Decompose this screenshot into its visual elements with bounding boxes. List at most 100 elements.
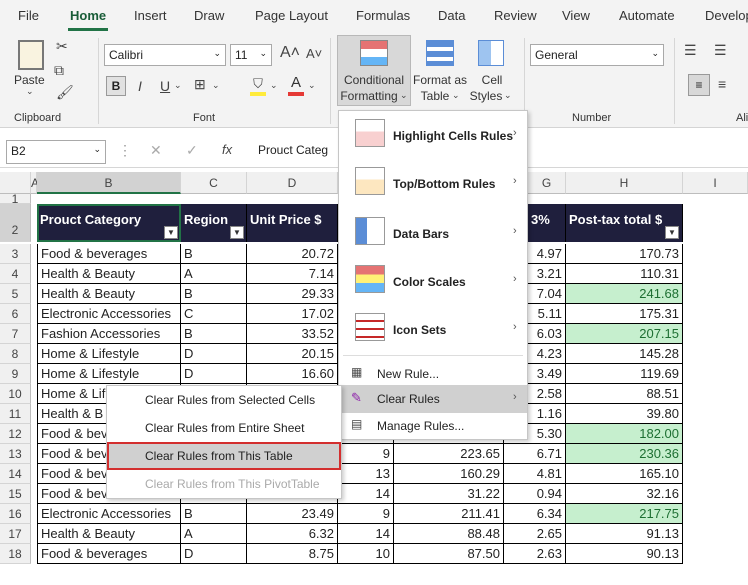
- row-header[interactable]: 18: [0, 544, 31, 564]
- cell-region[interactable]: D: [181, 544, 247, 564]
- increase-font-icon[interactable]: A˄: [280, 44, 300, 62]
- cell-post-tax-total[interactable]: 91.13: [566, 524, 683, 544]
- cell-category[interactable]: Health & Beauty: [37, 264, 181, 284]
- row-header[interactable]: 4: [0, 264, 31, 284]
- cell-post-tax-total[interactable]: 175.31: [566, 304, 683, 324]
- cell-tax[interactable]: 6.34: [504, 504, 566, 524]
- cell-post-tax-total[interactable]: 230.36: [566, 444, 683, 464]
- column-header-g[interactable]: G: [528, 172, 566, 194]
- cell-category[interactable]: Health & Beauty: [37, 524, 181, 544]
- cell-category[interactable]: Electronic Accessories: [37, 504, 181, 524]
- row-header[interactable]: 13: [0, 444, 31, 464]
- row-header[interactable]: 9: [0, 364, 31, 384]
- tab-file[interactable]: File: [18, 8, 39, 23]
- row-header[interactable]: 8: [0, 344, 31, 364]
- tab-data[interactable]: Data: [438, 8, 465, 23]
- filter-dropdown-icon[interactable]: ▼: [230, 226, 244, 239]
- menu-item-highlight-cells-rules[interactable]: Highlight Cells Rules ›: [339, 119, 527, 153]
- fill-color-icon[interactable]: ⛉: [250, 76, 266, 96]
- row-header[interactable]: 3: [0, 244, 31, 264]
- cell-category[interactable]: Home & Lifestyle: [37, 344, 181, 364]
- align-top-icon[interactable]: ☰: [684, 42, 697, 59]
- cell-post-tax-total[interactable]: 207.15: [566, 324, 683, 344]
- cell-post-tax-total[interactable]: 39.80: [566, 404, 683, 424]
- clear-rules-this-table[interactable]: Clear Rules from This Table: [107, 442, 341, 470]
- format-as-table-label-1[interactable]: Format as: [412, 72, 468, 88]
- cell-styles-label-2[interactable]: Styles: [468, 88, 504, 104]
- align-middle-icon[interactable]: ☰: [714, 42, 727, 59]
- number-format-field[interactable]: General ⌄: [530, 44, 664, 66]
- cell-tax[interactable]: 2.63: [504, 544, 566, 564]
- cell-subtotal[interactable]: 160.29: [394, 464, 504, 484]
- cell-styles-icon[interactable]: [478, 40, 504, 66]
- paste-chevron-icon[interactable]: ⌄: [26, 86, 34, 97]
- cell-tax[interactable]: 0.94: [504, 484, 566, 504]
- decrease-font-icon[interactable]: A˅: [306, 46, 322, 61]
- chevron-down-icon[interactable]: ⌄: [270, 80, 278, 91]
- font-size-field[interactable]: 11 ⌄: [230, 44, 272, 66]
- header-unit-price[interactable]: Unit Price $: [247, 204, 338, 242]
- row-header[interactable]: 14: [0, 464, 31, 484]
- row-header[interactable]: 7: [0, 324, 31, 344]
- cell-category[interactable]: Food & beverages: [37, 244, 181, 264]
- filter-dropdown-icon[interactable]: ▼: [164, 226, 178, 239]
- font-color-icon[interactable]: A: [288, 74, 304, 96]
- cell-unit-price[interactable]: 17.02: [247, 304, 338, 324]
- paste-icon[interactable]: [18, 40, 44, 70]
- clear-rules-selected-cells[interactable]: Clear Rules from Selected Cells: [107, 386, 341, 414]
- cell-post-tax-total[interactable]: 90.13: [566, 544, 683, 564]
- chevron-down-icon[interactable]: ⌄: [308, 80, 316, 91]
- column-header-d[interactable]: D: [247, 172, 338, 194]
- font-name-field[interactable]: Calibri ⌄: [104, 44, 226, 66]
- cell-region[interactable]: A: [181, 264, 247, 284]
- cell-post-tax-total[interactable]: 145.28: [566, 344, 683, 364]
- cell-unit-price[interactable]: 16.60: [247, 364, 338, 384]
- cell-post-tax-total[interactable]: 182.00: [566, 424, 683, 444]
- tab-draw[interactable]: Draw: [194, 8, 224, 23]
- cell-region[interactable]: D: [181, 364, 247, 384]
- menu-item-manage-rules[interactable]: ▤ Manage Rules...: [339, 413, 527, 439]
- cell-tax[interactable]: 6.71: [504, 444, 566, 464]
- cell-subtotal[interactable]: 87.50: [394, 544, 504, 564]
- menu-item-clear-rules[interactable]: ✎ Clear Rules ›: [339, 385, 527, 413]
- row-header[interactable]: 10: [0, 384, 31, 404]
- cell-category[interactable]: Food & beverages: [37, 544, 181, 564]
- format-as-table-icon[interactable]: [426, 40, 454, 66]
- row-header[interactable]: 17: [0, 524, 31, 544]
- cell-region[interactable]: B: [181, 504, 247, 524]
- name-box[interactable]: B2 ⌄: [6, 140, 106, 164]
- enter-icon[interactable]: ✓: [186, 142, 198, 159]
- cell-unit-price[interactable]: 7.14: [247, 264, 338, 284]
- menu-item-new-rule[interactable]: ▦ New Rule...: [339, 361, 527, 387]
- italic-button[interactable]: I: [138, 78, 142, 94]
- tab-review[interactable]: Review: [494, 8, 537, 23]
- cell-category[interactable]: Health & Beauty: [37, 284, 181, 304]
- cell-unit-price[interactable]: 8.75: [247, 544, 338, 564]
- cancel-icon[interactable]: ✕: [150, 142, 162, 159]
- cell-post-tax-total[interactable]: 165.10: [566, 464, 683, 484]
- cell-unit-price[interactable]: 33.52: [247, 324, 338, 344]
- insert-function-icon[interactable]: fx: [222, 142, 232, 157]
- align-center-icon[interactable]: ≡: [718, 76, 726, 92]
- cell-post-tax-total[interactable]: 110.31: [566, 264, 683, 284]
- cell-quantity[interactable]: 13: [338, 464, 394, 484]
- cell-tax[interactable]: 4.81: [504, 464, 566, 484]
- chevron-down-icon[interactable]: ⌄: [174, 80, 182, 91]
- column-header-h[interactable]: H: [566, 172, 683, 194]
- column-header-c[interactable]: C: [181, 172, 247, 194]
- cell-region[interactable]: A: [181, 524, 247, 544]
- chevron-down-icon[interactable]: ⌄: [504, 90, 512, 101]
- bold-button[interactable]: B: [106, 76, 126, 96]
- row-header[interactable]: 6: [0, 304, 31, 324]
- tab-automate[interactable]: Automate: [619, 8, 675, 23]
- menu-item-color-scales[interactable]: Color Scales ›: [339, 265, 527, 299]
- tab-page-layout[interactable]: Page Layout: [255, 8, 328, 23]
- tab-view[interactable]: View: [562, 8, 590, 23]
- cell-post-tax-total[interactable]: 217.75: [566, 504, 683, 524]
- format-painter-icon[interactable]: 🖌: [56, 84, 74, 101]
- borders-icon[interactable]: ⊞: [194, 76, 206, 93]
- row-header[interactable]: 5: [0, 284, 31, 304]
- row-header[interactable]: 12: [0, 424, 31, 444]
- menu-item-top-bottom-rules[interactable]: Top/Bottom Rules ›: [339, 167, 527, 201]
- tab-developer[interactable]: Develop: [705, 8, 748, 23]
